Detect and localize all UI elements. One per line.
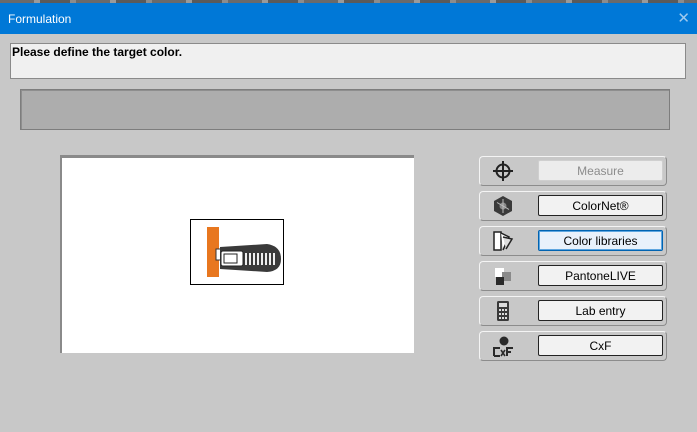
colornet-icon [490,195,516,217]
crosshair-icon [490,160,516,182]
preview-panel [60,155,414,353]
pantonelive-icon [490,265,516,287]
pantonelive-button[interactable]: PantoneLIVE [538,265,663,286]
target-color-bar [20,89,670,130]
colornet-button[interactable]: ColorNet® [538,195,663,216]
measure-button[interactable]: Measure [538,160,663,181]
option-measure: Measure [479,156,667,186]
target-source-list: Measure ColorNet® Color libraries Panton… [479,156,669,366]
instruction-text: Please define the target color. [12,45,183,59]
window-title: Formulation [8,12,72,26]
instruction-box: Please define the target color. [10,43,686,79]
cxf-icon [490,335,516,357]
option-pantonelive: PantoneLIVE [479,261,667,291]
color-libraries-button[interactable]: Color libraries [538,230,663,251]
close-icon[interactable]: ✕ [677,9,690,27]
measuring-device-icon [190,219,284,285]
calculator-icon [490,300,516,322]
lab-entry-button[interactable]: Lab entry [538,300,663,321]
option-colornet: ColorNet® [479,191,667,221]
option-cxf: CxF [479,331,667,361]
option-lab-entry: Lab entry [479,296,667,326]
title-bar[interactable]: Formulation ✕ [0,3,697,34]
cxf-button[interactable]: CxF [538,335,663,356]
color-swatch-fan-icon [490,230,516,252]
option-color-libraries: Color libraries [479,226,667,256]
